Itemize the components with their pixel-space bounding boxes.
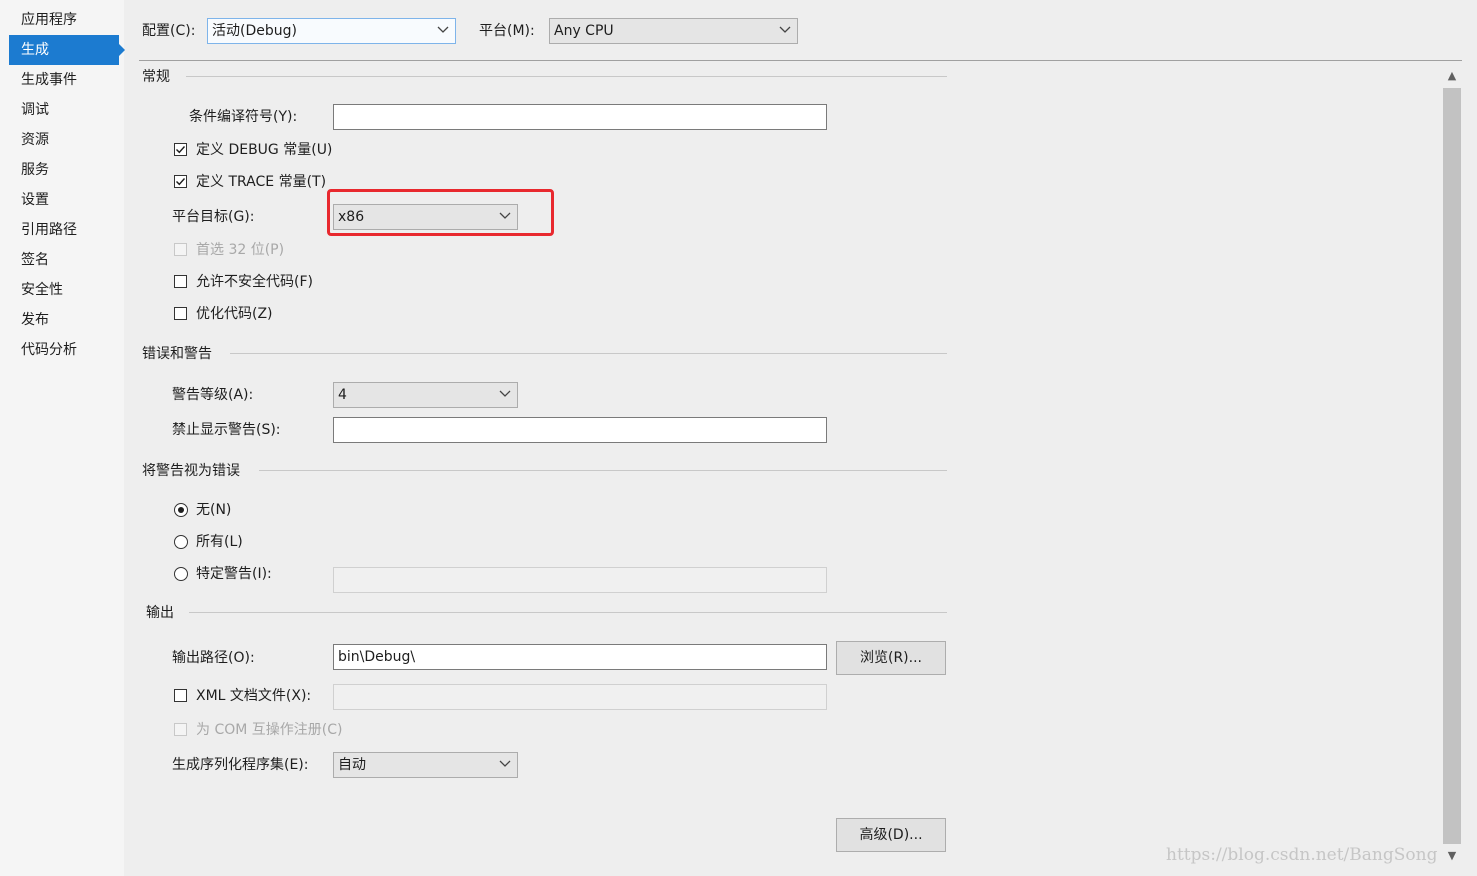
define-debug-checkbox[interactable]: [174, 143, 187, 156]
optimize-code-label: 优化代码(Z): [196, 306, 273, 322]
conditional-symbols-label: 条件编译符号(Y):: [189, 109, 298, 125]
sidebar-item-reference-paths[interactable]: 引用路径: [9, 215, 119, 245]
checkmark-icon: [176, 178, 186, 186]
xml-doc-label: XML 文档文件(X):: [196, 688, 312, 704]
serialization-dropdown[interactable]: 自动: [333, 752, 518, 778]
sidebar-item-settings[interactable]: 设置: [9, 185, 119, 215]
sidebar-item-debug[interactable]: 调试: [9, 95, 119, 125]
browse-button[interactable]: 浏览(R)...: [836, 641, 946, 675]
suppress-warnings-label: 禁止显示警告(S):: [172, 422, 281, 438]
sidebar-item-label: 发布: [21, 312, 49, 328]
warning-level-dropdown[interactable]: 4: [333, 382, 518, 408]
xml-doc-checkbox[interactable]: [174, 689, 187, 702]
sidebar-item-build[interactable]: 生成: [9, 35, 125, 65]
sidebar-item-code-analysis[interactable]: 代码分析: [9, 335, 119, 365]
chevron-down-icon: [437, 26, 449, 33]
radio-all-label: 所有(L): [196, 534, 243, 550]
define-trace-label: 定义 TRACE 常量(T): [196, 174, 327, 190]
prefer-32bit-checkbox[interactable]: [174, 243, 187, 256]
section-divider: [189, 612, 947, 613]
sidebar-item-publish[interactable]: 发布: [9, 305, 119, 335]
serialization-label: 生成序列化程序集(E):: [172, 757, 309, 773]
highlight-annotation: [327, 189, 554, 236]
define-debug-label: 定义 DEBUG 常量(U): [196, 142, 333, 158]
chevron-down-icon: [499, 390, 511, 397]
xml-doc-input[interactable]: [333, 684, 827, 710]
sidebar-item-label: 资源: [21, 132, 49, 148]
radio-all[interactable]: [174, 535, 188, 549]
section-divider: [186, 76, 947, 77]
chevron-down-icon[interactable]: ▼: [1443, 846, 1461, 866]
vertical-scrollbar[interactable]: ▲ ▼: [1443, 66, 1461, 866]
sidebar-item-label: 代码分析: [21, 342, 77, 358]
radio-specific-label: 特定警告(I):: [196, 566, 272, 582]
config-value: 活动(Debug): [212, 23, 297, 39]
watermark-text: https://blog.csdn.net/BangSong: [1166, 845, 1438, 865]
sidebar-item-label: 服务: [21, 162, 49, 178]
sidebar-item-resources[interactable]: 资源: [9, 125, 119, 155]
com-interop-checkbox[interactable]: [174, 723, 187, 736]
sidebar-item-security[interactable]: 安全性: [9, 275, 119, 305]
optimize-code-checkbox[interactable]: [174, 307, 187, 320]
chevron-up-icon[interactable]: ▲: [1443, 66, 1461, 86]
section-title-errors-warnings: 错误和警告: [142, 346, 212, 362]
com-interop-label: 为 COM 互操作注册(C): [196, 722, 343, 738]
section-divider: [230, 353, 947, 354]
platform-label: 平台(M):: [479, 23, 535, 39]
serialization-value: 自动: [338, 757, 366, 773]
section-title-general: 常规: [142, 69, 170, 85]
radio-selected-dot: [178, 507, 184, 513]
output-path-label: 输出路径(O):: [172, 650, 255, 666]
sidebar-item-signing[interactable]: 签名: [9, 245, 119, 275]
suppress-warnings-input[interactable]: [333, 417, 827, 443]
section-title-output: 输出: [146, 605, 174, 621]
sidebar-item-label: 引用路径: [21, 222, 77, 238]
header-divider: [139, 60, 1462, 61]
allow-unsafe-label: 允许不安全代码(F): [196, 274, 313, 290]
scrollbar-thumb[interactable]: [1443, 88, 1461, 844]
sidebar-item-build-events[interactable]: 生成事件: [9, 65, 119, 95]
warning-level-label: 警告等级(A):: [172, 387, 254, 403]
sidebar-item-label: 生成事件: [21, 72, 77, 88]
sidebar-item-label: 设置: [21, 192, 49, 208]
allow-unsafe-checkbox[interactable]: [174, 275, 187, 288]
platform-target-label: 平台目标(G):: [172, 209, 255, 225]
chevron-down-icon: [779, 26, 791, 33]
sidebar-item-label: 调试: [21, 102, 49, 118]
specific-warnings-input[interactable]: [333, 567, 827, 593]
conditional-symbols-input[interactable]: [333, 104, 827, 130]
warning-level-value: 4: [338, 387, 347, 403]
section-title-treat-warnings: 将警告视为错误: [142, 463, 240, 479]
config-dropdown[interactable]: 活动(Debug): [207, 18, 456, 44]
sidebar-item-label: 生成: [21, 42, 49, 58]
sidebar-item-services[interactable]: 服务: [9, 155, 119, 185]
chevron-down-icon: [499, 760, 511, 767]
define-trace-checkbox[interactable]: [174, 175, 187, 188]
platform-dropdown[interactable]: Any CPU: [549, 18, 798, 44]
section-divider: [259, 470, 947, 471]
advanced-button[interactable]: 高级(D)...: [836, 818, 946, 852]
sidebar-item-label: 应用程序: [21, 12, 77, 28]
platform-value: Any CPU: [554, 23, 614, 39]
sidebar-item-application[interactable]: 应用程序: [9, 5, 119, 35]
sidebar: 应用程序 生成 生成事件 调试 资源 服务 设置 引用路径 签名 安全性 发布 …: [0, 0, 125, 876]
radio-none[interactable]: [174, 503, 188, 517]
prefer-32bit-label: 首选 32 位(P): [196, 242, 285, 258]
sidebar-item-label: 签名: [21, 252, 49, 268]
checkmark-icon: [176, 146, 186, 154]
output-path-input[interactable]: bin\Debug\: [333, 644, 827, 670]
config-label: 配置(C):: [142, 23, 196, 39]
sidebar-item-label: 安全性: [21, 282, 63, 298]
radio-specific[interactable]: [174, 567, 188, 581]
radio-none-label: 无(N): [196, 502, 232, 518]
